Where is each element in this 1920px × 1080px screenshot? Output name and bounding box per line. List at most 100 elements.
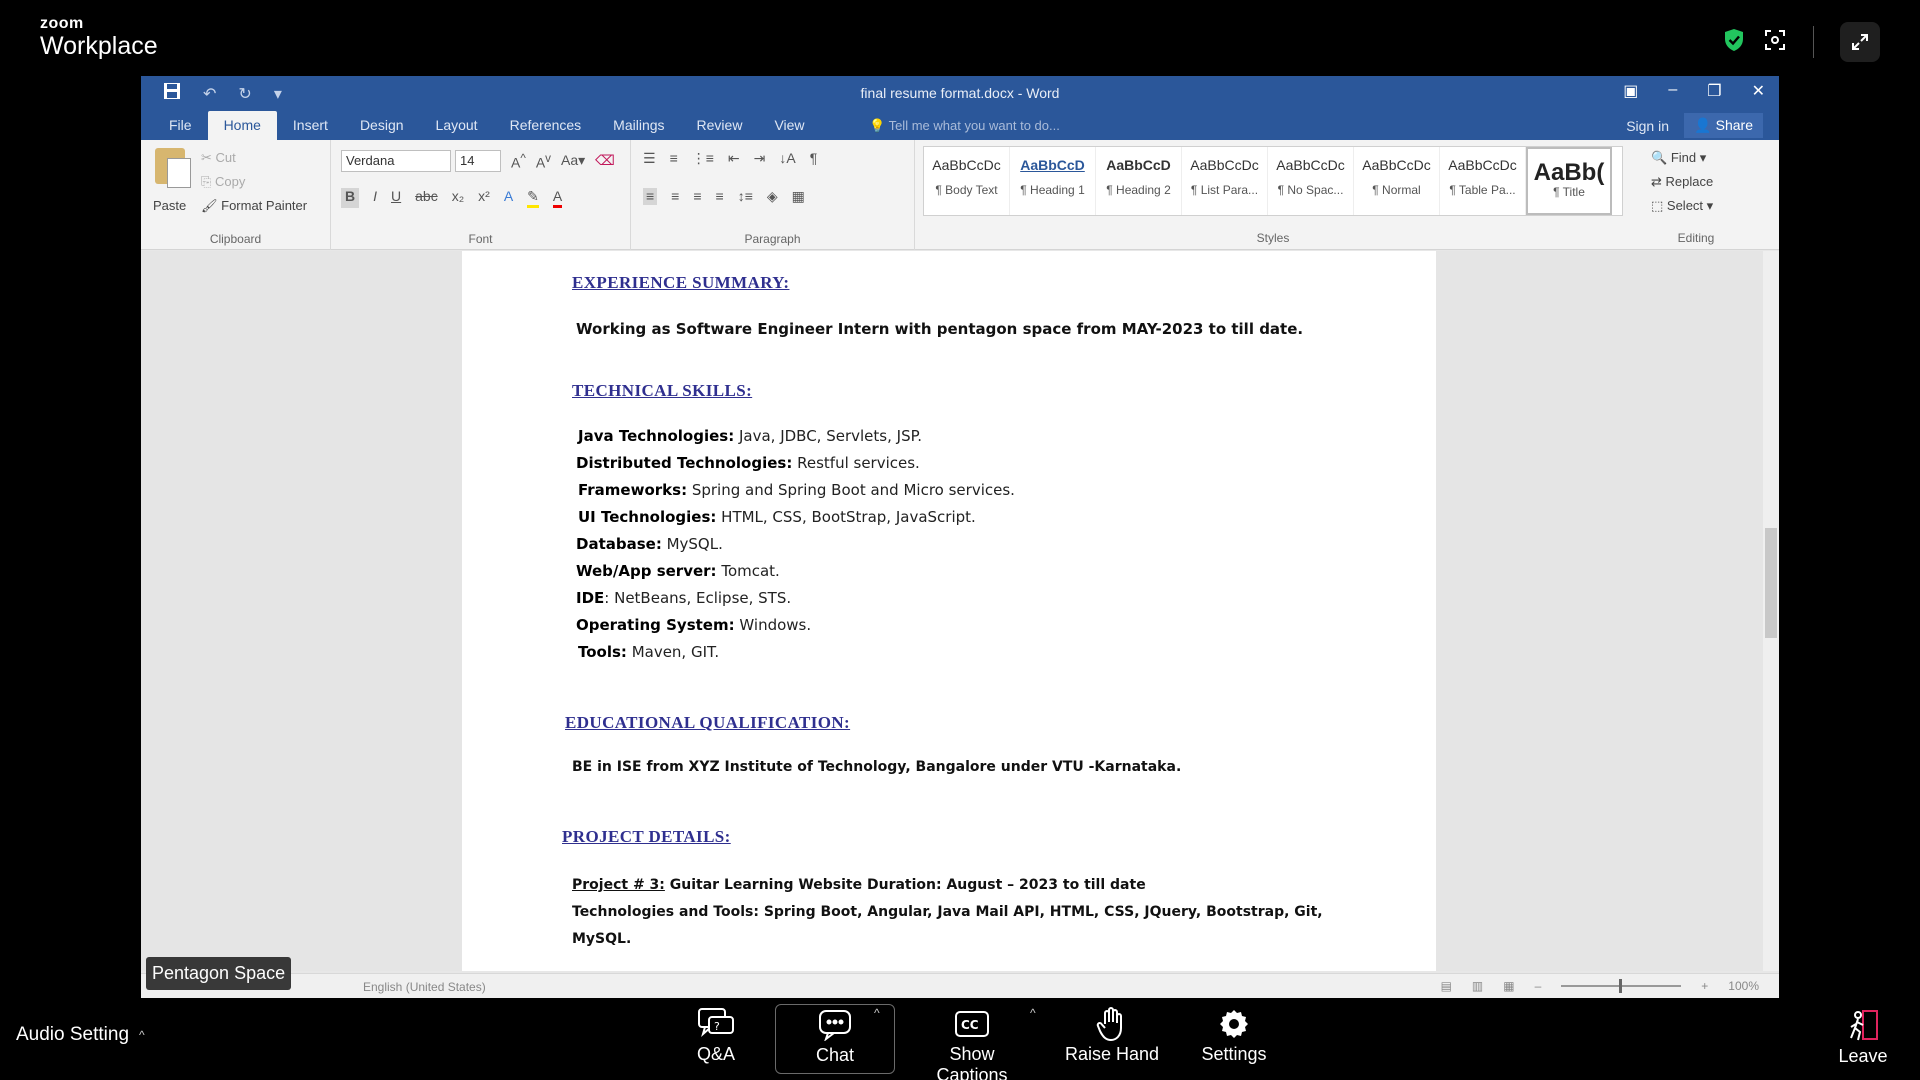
align-right-icon[interactable]: ≡ (693, 188, 701, 205)
sign-in-link[interactable]: Sign in (1626, 118, 1669, 134)
format-painter-button[interactable]: 🖌 Format Painter (201, 194, 307, 218)
bold-icon[interactable]: B (341, 188, 360, 208)
grow-font-icon[interactable]: A^ (511, 152, 526, 171)
audio-setting-button[interactable]: Audio Setting ^ (16, 1024, 145, 1046)
style-name: ¶ Heading 1 (1020, 183, 1085, 197)
tab-review[interactable]: Review (681, 117, 759, 140)
top-right-controls (1723, 22, 1880, 62)
show-captions-button[interactable]: CC Show Captions (912, 1004, 1032, 1080)
copy-button[interactable]: ⎘ Copy (201, 170, 307, 194)
paragraph-tools-top: ☰ ≡ ⋮≡ ⇤ ⇥ ↓A ¶ (643, 150, 817, 167)
share-button[interactable]: 👤 Share (1684, 113, 1763, 138)
zoom-in-icon[interactable]: + (1701, 979, 1708, 993)
show-marks-icon[interactable]: ¶ (810, 150, 818, 167)
font-name-select[interactable]: Verdana (341, 150, 451, 172)
chat-chevron-icon[interactable]: ^ (874, 1006, 880, 1020)
settings-button[interactable]: Settings (1174, 1004, 1294, 1074)
skill-line: Tools: Maven, GIT. (578, 643, 719, 661)
style-heading-1[interactable]: AaBbCcD ¶ Heading 1 (1010, 147, 1096, 215)
replace-button[interactable]: ⇄ Replace (1651, 170, 1713, 194)
italic-icon[interactable]: I (373, 188, 377, 208)
strikethrough-icon[interactable]: abc (415, 188, 438, 208)
text-effects-icon[interactable]: A (504, 188, 513, 208)
bullets-icon[interactable]: ☰ (643, 150, 656, 167)
tab-view[interactable]: View (758, 117, 820, 140)
select-button[interactable]: ⬚ Select ▾ (1651, 194, 1713, 218)
multilevel-list-icon[interactable]: ⋮≡ (692, 150, 714, 167)
subscript-icon[interactable]: x₂ (452, 188, 464, 208)
decrease-indent-icon[interactable]: ⇤ (728, 150, 740, 167)
underline-icon[interactable]: U (391, 188, 401, 208)
shrink-font-icon[interactable]: Av (536, 152, 551, 171)
tab-design[interactable]: Design (344, 117, 420, 140)
tab-insert[interactable]: Insert (277, 117, 344, 140)
font-size-tools: A^ Av Aa▾ ⌫ (511, 152, 615, 171)
raise-hand-button[interactable]: Raise Hand (1052, 1004, 1172, 1074)
cut-button[interactable]: ✂ Cut (201, 146, 307, 170)
tab-mailings[interactable]: Mailings (597, 117, 680, 140)
view-options-icon[interactable] (1763, 28, 1787, 57)
skill-value: Restful services. (792, 454, 920, 472)
vertical-scrollbar[interactable] (1763, 251, 1779, 971)
font-size-select[interactable]: 14 (455, 150, 501, 172)
ribbon-display-icon[interactable]: ▣ (1623, 81, 1638, 101)
style-title[interactable]: AaBb( ¶ Title (1526, 147, 1612, 215)
captions-chevron-icon[interactable]: ^ (1030, 1006, 1036, 1020)
zoom-slider[interactable] (1561, 979, 1682, 993)
print-layout-icon[interactable]: ▥ (1472, 979, 1483, 993)
highlight-icon[interactable]: ✎ (527, 188, 539, 208)
shading-icon[interactable]: ◈ (767, 188, 778, 205)
experience-text: Working as Software Engineer Intern with… (576, 320, 1304, 338)
zoom-out-icon[interactable]: – (1535, 979, 1542, 993)
chevron-up-icon[interactable]: ^ (139, 1028, 145, 1042)
style-heading-2[interactable]: AaBbCcD ¶ Heading 2 (1096, 147, 1182, 215)
style-body-text[interactable]: AaBbCcDc ¶ Body Text (924, 147, 1010, 215)
align-center-icon[interactable]: ≡ (671, 188, 679, 205)
tab-references[interactable]: References (494, 117, 598, 140)
document-area[interactable]: EXPERIENCE SUMMARY: Working as Software … (141, 251, 1779, 971)
raise-hand-label: Raise Hand (1064, 1044, 1160, 1064)
tab-layout[interactable]: Layout (420, 117, 494, 140)
font-format-tools: B I U abc x₂ x² A ✎ A (341, 188, 563, 208)
read-mode-icon[interactable]: ▤ (1441, 979, 1452, 993)
sort-icon[interactable]: ↓A (779, 150, 795, 167)
borders-icon[interactable]: ▦ (792, 188, 805, 205)
document-page[interactable]: EXPERIENCE SUMMARY: Working as Software … (462, 251, 1436, 971)
style-normal[interactable]: AaBbCcDc ¶ Normal (1354, 147, 1440, 215)
find-button[interactable]: 🔍 Find ▾ (1651, 146, 1713, 170)
clear-format-icon[interactable]: ⌫ (595, 152, 615, 171)
fullscreen-button[interactable] (1840, 22, 1880, 62)
web-layout-icon[interactable]: ▦ (1503, 979, 1514, 993)
style-no-spacing[interactable]: AaBbCcDc ¶ No Spac... (1268, 147, 1354, 215)
status-language[interactable]: English (United States) (363, 980, 486, 994)
font-color-icon[interactable]: A (552, 188, 563, 208)
skill-line: Operating System: Windows. (576, 616, 811, 634)
style-table-paragraph[interactable]: AaBbCcDc ¶ Table Pa... (1440, 147, 1526, 215)
paste-icon[interactable] (155, 148, 191, 188)
line-spacing-icon[interactable]: ↕≡ (738, 188, 753, 205)
skill-line: Java Technologies: Java, JDBC, Servlets,… (578, 427, 922, 445)
increase-indent-icon[interactable]: ⇥ (754, 150, 766, 167)
qa-button[interactable]: ? Q&A (656, 1004, 776, 1074)
tab-file[interactable]: File (153, 117, 208, 140)
zoom-level[interactable]: 100% (1728, 979, 1759, 993)
tab-home[interactable]: Home (207, 111, 277, 140)
scroll-thumb[interactable] (1765, 528, 1777, 638)
skill-value: Windows. (734, 616, 812, 634)
minimize-icon[interactable]: – (1668, 81, 1677, 101)
numbering-icon[interactable]: ≡ (670, 150, 678, 167)
paste-button[interactable]: Paste (153, 198, 186, 213)
person-icon: 👤 (1694, 117, 1712, 133)
restore-icon[interactable]: ❐ (1707, 81, 1721, 101)
align-left-icon[interactable]: ≡ (643, 188, 658, 205)
leave-button[interactable]: Leave (1828, 1006, 1898, 1067)
style-list-paragraph[interactable]: AaBbCcDc ¶ List Para... (1182, 147, 1268, 215)
style-sample: AaBbCcD (1106, 157, 1171, 173)
shield-check-icon[interactable] (1723, 28, 1745, 57)
close-icon[interactable]: ✕ (1752, 81, 1765, 101)
justify-icon[interactable]: ≡ (716, 188, 724, 205)
superscript-icon[interactable]: x² (478, 188, 490, 208)
word-titlebar: ↶ ↻ ▾ final resume format.docx - Word ▣ … (141, 76, 1779, 110)
tell-me-box[interactable]: 💡 Tell me what you want to do... (869, 118, 1060, 134)
change-case-icon[interactable]: Aa▾ (561, 152, 585, 171)
